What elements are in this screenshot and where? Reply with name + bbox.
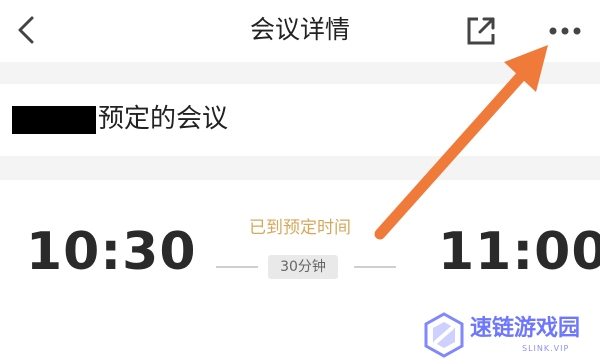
top-header: 会议详情 bbox=[0, 0, 600, 62]
section-divider bbox=[0, 156, 600, 180]
end-time: 11:00 bbox=[438, 222, 600, 282]
section-divider bbox=[0, 62, 600, 84]
start-time: 10:30 bbox=[26, 222, 197, 282]
redacted-organizer-name bbox=[12, 106, 96, 134]
meeting-status: 已到预定时间 bbox=[249, 218, 351, 238]
watermark: 速链游戏园 SLINK.VIP bbox=[422, 312, 598, 360]
watermark-title: 速链游戏园 bbox=[470, 316, 581, 341]
duration-line-right bbox=[354, 266, 396, 268]
duration-badge: 30分钟 bbox=[268, 255, 338, 279]
watermark-logo-icon bbox=[424, 312, 464, 358]
more-horizontal-icon bbox=[549, 27, 581, 35]
share-button[interactable] bbox=[462, 12, 500, 50]
watermark-subtitle: SLINK.VIP bbox=[522, 344, 570, 353]
duration-line-left bbox=[216, 266, 258, 268]
share-external-icon bbox=[467, 17, 495, 45]
page-title: 会议详情 bbox=[249, 15, 350, 44]
more-options-button[interactable] bbox=[543, 16, 587, 46]
organizer-label: 预定的会议 bbox=[98, 104, 229, 134]
